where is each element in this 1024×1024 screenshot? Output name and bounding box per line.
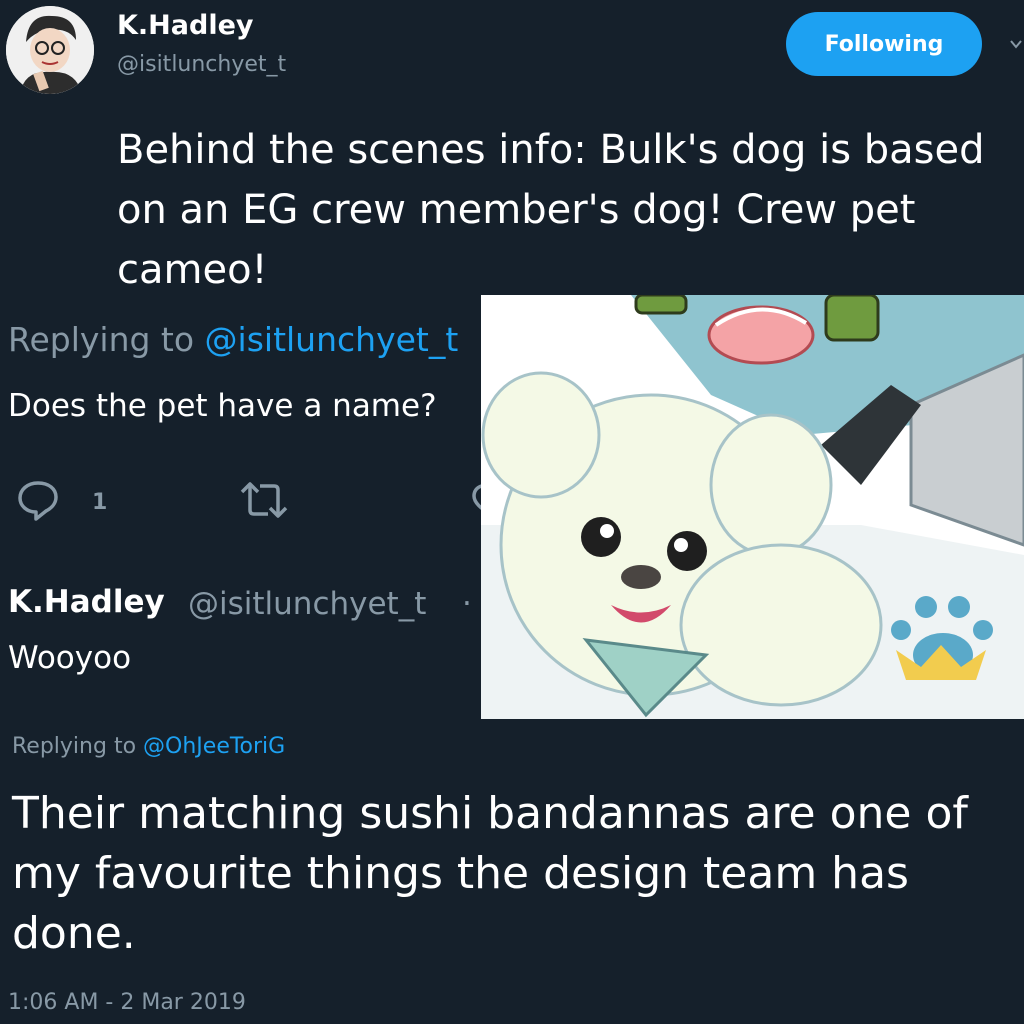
replying-to: Replying to @OhJeeToriG xyxy=(12,734,285,759)
replying-to: Replying to @isitlunchyet_t xyxy=(8,320,458,359)
tweet-text: Their matching sushi bandannas are one o… xyxy=(12,788,968,959)
reply-text: Does the pet have a name? xyxy=(8,388,437,424)
following-button[interactable]: Following xyxy=(786,12,982,76)
dog-illustration xyxy=(481,295,1024,719)
comment-icon[interactable] xyxy=(16,478,60,526)
replying-handle-link[interactable]: @OhJeeToriG xyxy=(143,734,285,759)
chevron-down-icon[interactable] xyxy=(1010,30,1022,54)
timestamp[interactable]: 1:06 AM - 2 Mar 2019 xyxy=(8,990,246,1015)
reply-count: 1 xyxy=(92,490,108,515)
reply-text: Wooyoo xyxy=(8,640,132,676)
replying-prefix: Replying to xyxy=(8,320,205,359)
avatar[interactable] xyxy=(6,6,94,94)
author-name[interactable]: K.Hadley xyxy=(117,10,254,41)
avatar-illustration xyxy=(6,6,94,94)
author-handle[interactable]: @isitlunchyet_t xyxy=(117,52,286,77)
retweet-icon[interactable] xyxy=(236,478,292,526)
reply-author-handle[interactable]: @isitlunchyet_t xyxy=(188,586,426,622)
replying-prefix: Replying to xyxy=(12,734,144,759)
reply-author-name[interactable]: K.Hadley xyxy=(8,584,165,620)
replying-handle-link[interactable]: @isitlunchyet_t xyxy=(205,320,459,359)
tweet-text: Behind the scenes info: Bulk's dog is ba… xyxy=(117,127,985,293)
separator-dot: · xyxy=(462,586,472,622)
